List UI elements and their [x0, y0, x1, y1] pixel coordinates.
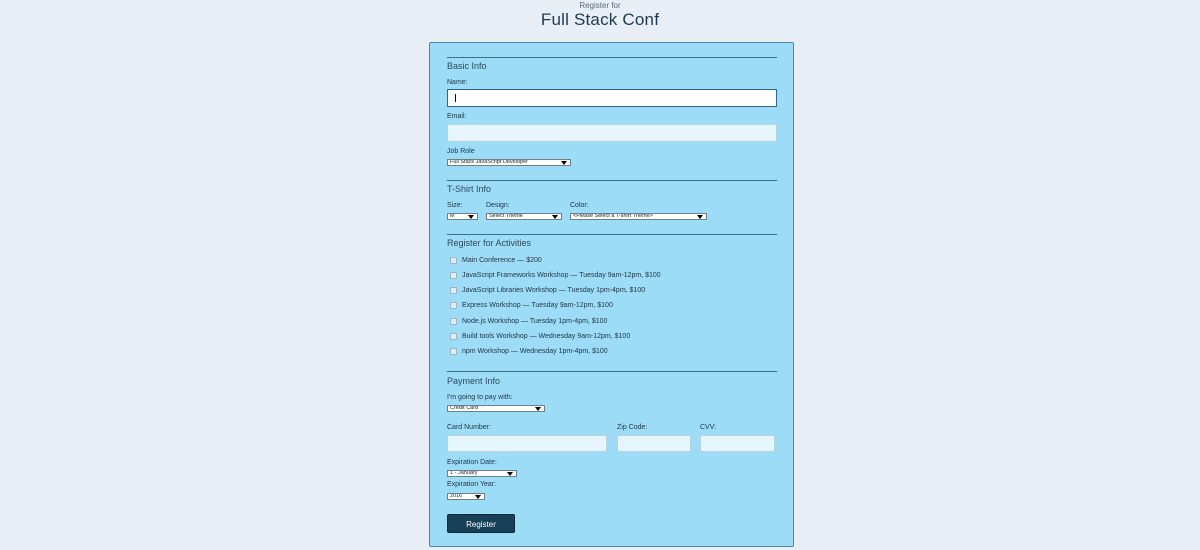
design-label: Design: [486, 202, 510, 209]
basic-info-legend: Basic Info [447, 61, 487, 71]
email-input[interactable] [447, 124, 777, 142]
activity-item[interactable]: JavaScript Frameworks Workshop — Tuesday… [450, 271, 661, 280]
activities-divider [447, 234, 777, 235]
page-subtitle: Register for [579, 1, 621, 10]
basic-info-divider [447, 57, 777, 58]
card-number-label: Card Number: [447, 424, 491, 431]
zip-code-input[interactable] [617, 435, 691, 452]
activity-item[interactable]: Node.js Workshop — Tuesday 1pm-4pm, $100 [450, 317, 607, 326]
job-role-label: Job Role [447, 148, 475, 155]
activity-checkbox[interactable] [450, 286, 457, 294]
expiration-year-label: Expiration Year: [447, 481, 497, 488]
activity-checkbox[interactable] [450, 317, 457, 325]
activity-item[interactable]: JavaScript Libraries Workshop — Tuesday … [450, 286, 645, 295]
payment-info-legend: Payment Info [447, 376, 501, 386]
page-header: Register for Full Stack Conf [0, 0, 1200, 29]
chevron-down-icon [552, 215, 558, 219]
job-role-selected: Full Stack JavaScript Developer [450, 159, 528, 165]
register-button[interactable]: Register [447, 514, 515, 533]
expiration-date-select[interactable]: 1 - January [447, 470, 517, 477]
name-label: Name: [447, 79, 468, 86]
size-select[interactable]: M [447, 213, 478, 220]
zip-code-label: Zip Code: [617, 424, 648, 431]
cvv-label: CVV: [700, 424, 717, 431]
expiration-year-selected: 2016 [450, 493, 463, 499]
expiration-date-label: Expiration Date: [447, 459, 497, 466]
activity-label: npm Workshop — Wednesday 1pm-4pm, $100 [462, 348, 608, 355]
activity-label: Build tools Workshop — Wednesday 9am-12p… [462, 333, 631, 340]
expiration-year-select[interactable]: 2016 [447, 493, 485, 500]
activity-item[interactable]: Build tools Workshop — Wednesday 9am-12p… [450, 332, 630, 341]
activity-label: Node.js Workshop — Tuesday 1pm-4pm, $100 [462, 318, 608, 325]
payment-info-divider [447, 371, 777, 372]
activity-checkbox[interactable] [450, 347, 457, 355]
payment-method-selected: Credit Card [450, 405, 479, 411]
activity-label: Express Workshop — Tuesday 9am-12pm, $10… [462, 302, 613, 309]
email-label: Email: [447, 113, 467, 120]
size-selected: M [450, 213, 455, 219]
color-selected: <Please Select a T-shirt Theme> [573, 213, 653, 219]
design-select[interactable]: Select Theme [486, 213, 562, 220]
color-select[interactable]: <Please Select a T-shirt Theme> [570, 213, 707, 220]
chevron-down-icon [535, 407, 541, 411]
chevron-down-icon [475, 495, 481, 499]
text-caret [455, 94, 456, 102]
expiration-date-selected: 1 - January [450, 470, 478, 476]
chevron-down-icon [561, 161, 567, 165]
activity-item[interactable]: npm Workshop — Wednesday 1pm-4pm, $100 [450, 347, 608, 356]
activity-item[interactable]: Main Conference — $200 [450, 256, 542, 265]
tshirt-info-legend: T-Shirt Info [447, 184, 492, 194]
chevron-down-icon [697, 215, 703, 219]
activities-legend: Register for Activities [447, 238, 532, 248]
size-label: Size: [447, 202, 463, 209]
chevron-down-icon [507, 472, 513, 476]
activity-label: JavaScript Frameworks Workshop — Tuesday… [462, 272, 661, 279]
activity-checkbox[interactable] [450, 271, 457, 279]
activity-item[interactable]: Express Workshop — Tuesday 9am-12pm, $10… [450, 301, 613, 310]
activity-checkbox[interactable] [450, 256, 457, 264]
color-label: Color: [570, 202, 589, 209]
activity-label: JavaScript Libraries Workshop — Tuesday … [462, 287, 646, 294]
payment-method-select[interactable]: Credit Card [447, 405, 545, 412]
activity-label: Main Conference — $200 [462, 257, 542, 264]
chevron-down-icon [468, 215, 474, 219]
job-role-select[interactable]: Full Stack JavaScript Developer [447, 159, 571, 166]
registration-form: Basic Info Name: Email: Job Role Full St… [429, 42, 794, 547]
payment-method-label: I'm going to pay with: [447, 394, 513, 401]
page-title: Full Stack Conf [540, 10, 660, 29]
cvv-input[interactable] [700, 435, 775, 452]
activity-checkbox[interactable] [450, 301, 457, 309]
design-selected: Select Theme [489, 213, 523, 219]
card-number-input[interactable] [447, 435, 607, 452]
tshirt-info-divider [447, 180, 777, 181]
activity-checkbox[interactable] [450, 332, 457, 340]
name-input[interactable] [447, 89, 777, 107]
